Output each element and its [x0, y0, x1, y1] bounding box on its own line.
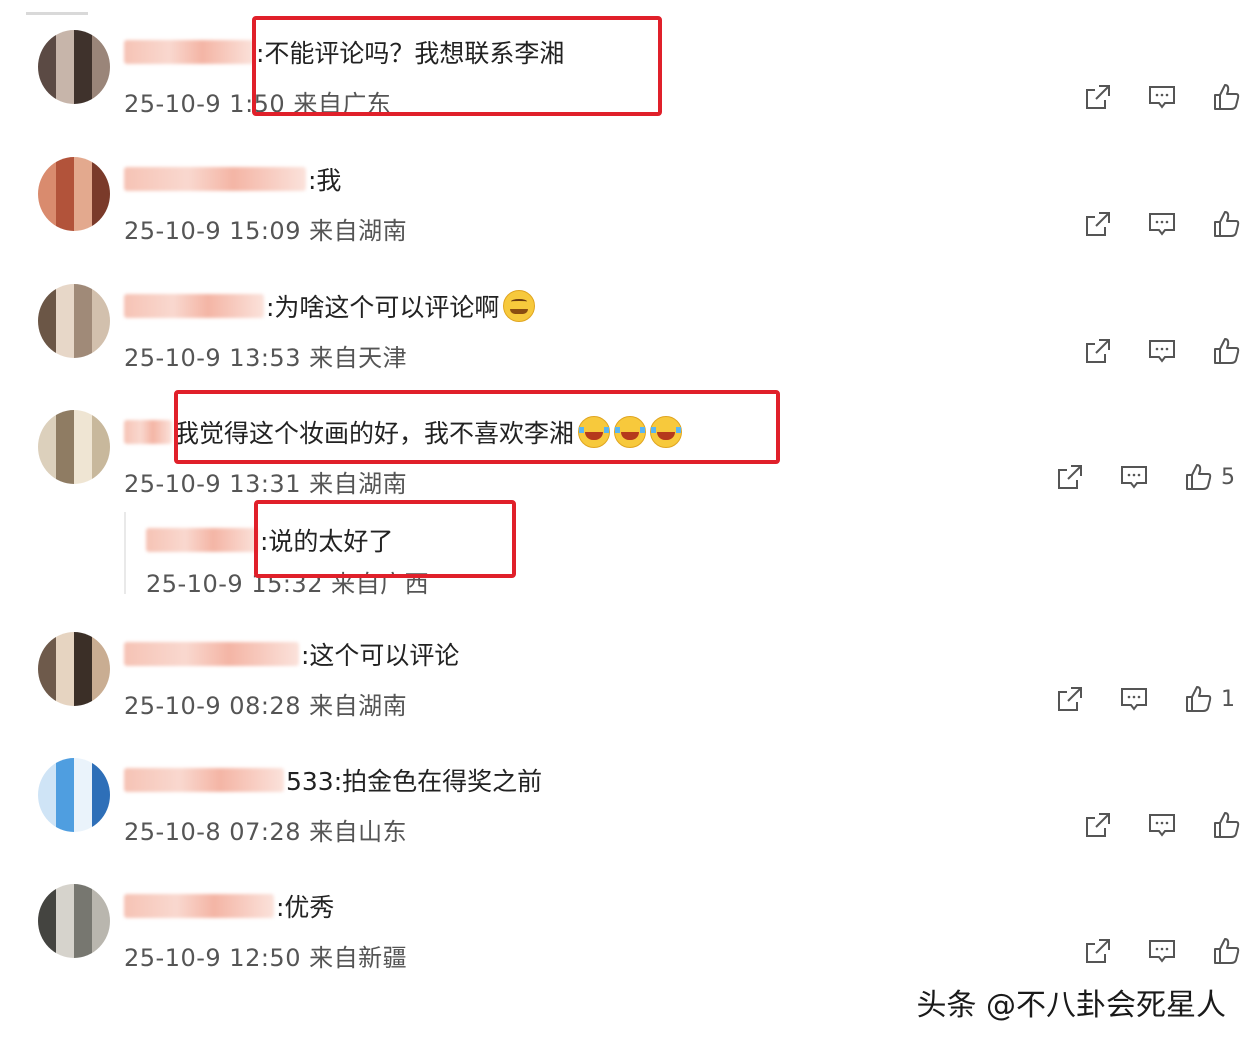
- avatar[interactable]: [38, 632, 110, 706]
- comment-actions: [1083, 209, 1241, 239]
- comment-icon[interactable]: [1119, 462, 1149, 492]
- reply-item: :说的太好了 25-10-9 15:32 来自广西: [124, 512, 1126, 598]
- comment-actions: 1: [1055, 684, 1235, 714]
- blurred-username[interactable]: [124, 768, 284, 792]
- comment-item: :这个可以评论 25-10-9 08:28 来自湖南 1: [0, 630, 1256, 750]
- reply-text: :说的太好了: [260, 527, 394, 556]
- comment-icon[interactable]: [1119, 684, 1149, 714]
- comment-meta: 25-10-9 15:09 来自湖南: [124, 217, 408, 245]
- blurred-username[interactable]: [124, 294, 264, 318]
- comment-meta: 25-10-9 13:53 来自天津: [124, 344, 408, 372]
- blurred-username[interactable]: [124, 167, 306, 191]
- like-count: 1: [1221, 686, 1235, 712]
- laugh-cry-emoji-icon: [650, 416, 683, 448]
- comment-line: 我觉得这个妆画的好，我不喜欢李湘: [124, 414, 683, 450]
- blurred-username[interactable]: [124, 894, 274, 918]
- avatar[interactable]: [38, 758, 110, 832]
- comment-line: :我: [124, 161, 341, 197]
- laugh-cry-emoji-icon: [578, 416, 611, 448]
- comment-meta: 25-10-9 1:50 来自广东: [124, 90, 392, 118]
- share-icon[interactable]: [1055, 462, 1085, 492]
- thumbs-up-icon[interactable]: [1211, 810, 1241, 840]
- avatar[interactable]: [38, 30, 110, 104]
- comment-line: :不能评论吗？我想联系李湘: [124, 34, 564, 70]
- comment-text: :优秀: [276, 893, 335, 922]
- avatar[interactable]: [38, 157, 110, 231]
- reply-line: :说的太好了: [146, 522, 393, 558]
- comment-item: 我觉得这个妆画的好，我不喜欢李湘 25-10-9 13:31 来自湖南 5: [0, 408, 1256, 528]
- comment-actions: 5: [1055, 462, 1235, 492]
- comment-item: :不能评论吗？我想联系李湘 25-10-9 1:50 来自广东: [0, 28, 1256, 148]
- comment-line: :优秀: [124, 888, 334, 924]
- comment-icon[interactable]: [1147, 810, 1177, 840]
- comment-text: 我觉得这个妆画的好，我不喜欢李湘: [174, 419, 575, 448]
- like-count: 5: [1221, 464, 1235, 490]
- comment-meta: 25-10-9 08:28 来自湖南: [124, 692, 408, 720]
- blurred-username[interactable]: [124, 40, 254, 64]
- blurred-username[interactable]: [124, 420, 172, 444]
- thumbs-up-icon[interactable]: [1183, 462, 1213, 492]
- comment-icon[interactable]: [1147, 209, 1177, 239]
- share-icon[interactable]: [1083, 82, 1113, 112]
- share-icon[interactable]: [1083, 936, 1113, 966]
- comment-text: :这个可以评论: [301, 641, 460, 670]
- share-icon[interactable]: [1083, 810, 1113, 840]
- blurred-username[interactable]: [146, 528, 258, 552]
- comment-actions: [1083, 336, 1241, 366]
- laugh-cry-emoji-icon: [614, 416, 647, 448]
- reply-meta: 25-10-9 15:32 来自广西: [146, 570, 430, 598]
- comment-text: :我: [308, 166, 342, 195]
- comment-line: 533:拍金色在得奖之前: [124, 762, 542, 798]
- comment-text: :为啥这个可以评论啊: [266, 293, 500, 322]
- top-divider: [26, 12, 88, 15]
- share-icon[interactable]: [1083, 209, 1113, 239]
- comment-actions: [1083, 810, 1241, 840]
- watermark: 头条 @不八卦会死星人: [916, 988, 1226, 1023]
- avatar[interactable]: [38, 410, 110, 484]
- comment-icon[interactable]: [1147, 336, 1177, 366]
- blurred-username[interactable]: [124, 642, 299, 666]
- thumbs-up-icon[interactable]: [1183, 684, 1213, 714]
- comment-meta: 25-10-8 07:28 来自山东: [124, 818, 408, 846]
- comment-meta: 25-10-9 13:31 来自湖南: [124, 470, 408, 498]
- comment-line: :为啥这个可以评论啊: [124, 288, 536, 324]
- comment-item: 533:拍金色在得奖之前 25-10-8 07:28 来自山东: [0, 756, 1256, 876]
- comment-text: 533:拍金色在得奖之前: [286, 767, 543, 796]
- thumbs-up-icon[interactable]: [1211, 336, 1241, 366]
- thumbs-up-icon[interactable]: [1211, 209, 1241, 239]
- comment-line: :这个可以评论: [124, 636, 459, 672]
- thumbs-up-icon[interactable]: [1211, 82, 1241, 112]
- smile-emoji-icon: [503, 290, 536, 322]
- comment-item: :我 25-10-9 15:09 来自湖南: [0, 155, 1256, 275]
- comment-icon[interactable]: [1147, 936, 1177, 966]
- thumbs-up-icon[interactable]: [1211, 936, 1241, 966]
- comment-icon[interactable]: [1147, 82, 1177, 112]
- share-icon[interactable]: [1083, 336, 1113, 366]
- comment-text: :不能评论吗？我想联系李湘: [256, 39, 565, 68]
- share-icon[interactable]: [1055, 684, 1085, 714]
- comment-actions: [1083, 936, 1241, 966]
- avatar[interactable]: [38, 884, 110, 958]
- comment-meta: 25-10-9 12:50 来自新疆: [124, 944, 408, 972]
- avatar[interactable]: [38, 284, 110, 358]
- comment-actions: [1083, 82, 1241, 112]
- comment-item: :为啥这个可以评论啊 25-10-9 13:53 来自天津: [0, 282, 1256, 402]
